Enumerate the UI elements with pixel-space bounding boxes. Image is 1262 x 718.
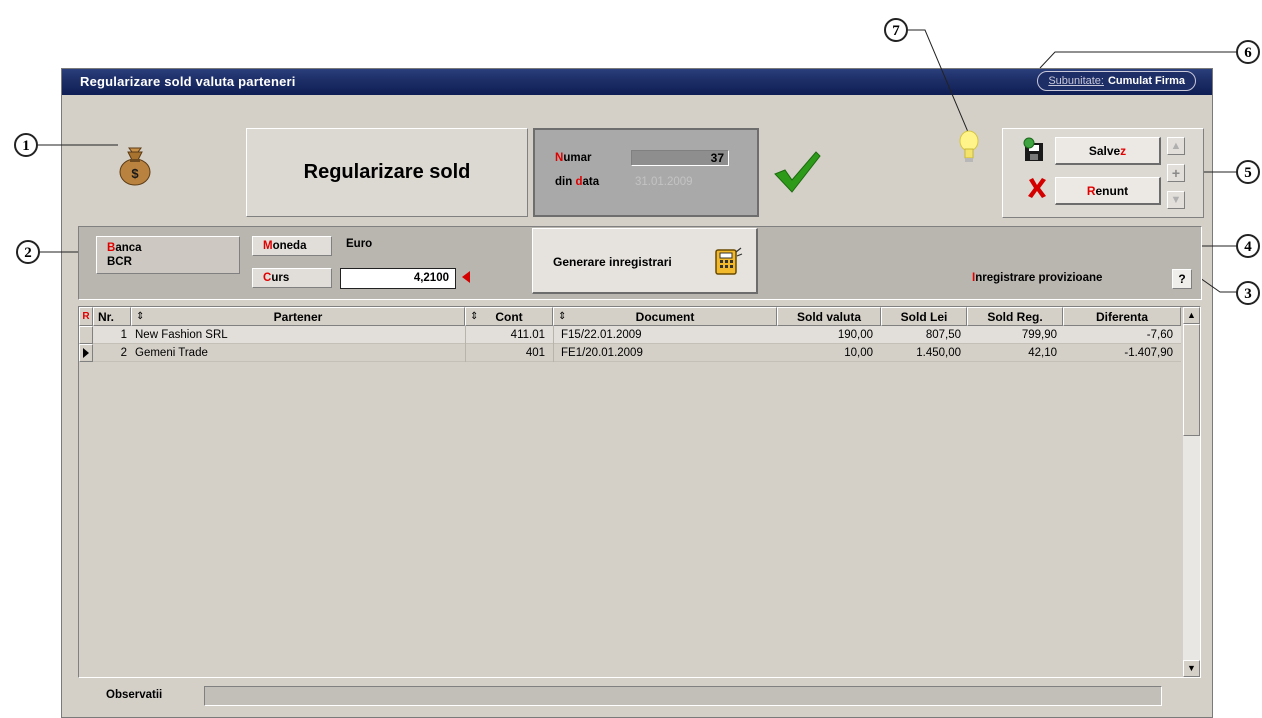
col-header-diferenta[interactable]: Diferenta: [1063, 307, 1181, 326]
cell-diferenta: -7,60: [1146, 329, 1173, 341]
lightbulb-icon[interactable]: [958, 130, 980, 166]
moneda-label-text: oneda: [272, 240, 307, 252]
cell-cont: 401: [525, 347, 545, 359]
save-button[interactable]: Salvez: [1055, 137, 1161, 165]
cell-document: F15/22.01.2009: [561, 329, 642, 341]
scroll-up-button[interactable]: ▲: [1183, 307, 1200, 324]
scroll-thumb[interactable]: [1183, 324, 1200, 436]
cell-diferenta: -1.407,90: [1124, 347, 1173, 359]
numar-label: Numar: [555, 152, 591, 164]
table-body: [79, 326, 1181, 677]
cell-nr: 2: [120, 347, 127, 359]
observatii-label: Observatii: [106, 689, 163, 701]
sort-icon: ⇕: [136, 311, 145, 322]
sort-icon: ⇕: [558, 311, 567, 322]
svg-text:$: $: [131, 166, 139, 181]
numar-field[interactable]: 37: [631, 150, 729, 166]
col-header-cont-label: Cont: [495, 310, 523, 324]
vertical-scrollbar[interactable]: ▲ ▼: [1183, 307, 1200, 677]
col-header-sold-valuta[interactable]: Sold valuta: [777, 307, 881, 326]
col-header-cont[interactable]: ⇕ Cont: [465, 307, 553, 326]
callout-5: 5: [1236, 160, 1260, 184]
money-bag-icon: $: [119, 147, 151, 186]
table-row[interactable]: 2 Gemeni Trade 401 FE1/20.01.2009 10,00 …: [93, 344, 1181, 362]
provision-label[interactable]: Inregistrare provizioane: [972, 272, 1102, 284]
doc-type-panel: Regularizare sold: [246, 128, 528, 217]
curs-label-text: urs: [271, 272, 290, 284]
checkmark-icon[interactable]: [772, 148, 822, 194]
callout-3: 3: [1236, 281, 1260, 305]
sort-icon: ⇕: [470, 311, 479, 322]
moneda-hotkey: M: [263, 240, 273, 252]
cancel-label: enunt: [1095, 184, 1129, 198]
data-label-post: ata: [582, 176, 600, 188]
row-selector-active[interactable]: [79, 344, 93, 362]
cell-document: FE1/20.01.2009: [561, 347, 643, 359]
col-header-document-label: Document: [635, 310, 695, 324]
cell-cont: 411.01: [510, 329, 545, 341]
cell-sold-lei: 1.450,00: [916, 347, 961, 359]
col-header-sold-reg[interactable]: Sold Reg.: [967, 307, 1063, 326]
save-icon: [1023, 137, 1043, 161]
calculator-icon: [715, 247, 743, 275]
banca-value: BCR: [107, 256, 132, 268]
help-button[interactable]: ?: [1172, 269, 1192, 289]
callout-6: 6: [1236, 40, 1260, 64]
callout-2: 2: [16, 240, 40, 264]
save-label: Salve: [1088, 144, 1121, 158]
col-header-document[interactable]: ⇕ Document: [553, 307, 777, 326]
next-arrow-button[interactable]: ▼: [1167, 191, 1185, 209]
cell-sold-lei: 807,50: [925, 329, 961, 341]
callout-7: 7: [884, 18, 908, 42]
col-header-sold-lei[interactable]: Sold Lei: [881, 307, 967, 326]
cell-sold-valuta: 10,00: [844, 347, 873, 359]
scroll-down-button[interactable]: ▼: [1183, 660, 1200, 677]
table-corner[interactable]: R: [79, 307, 93, 326]
current-row-icon: [83, 348, 89, 358]
save-hotkey: z: [1120, 144, 1127, 158]
data-label-pre: din: [555, 176, 576, 188]
provision-label-text: nregistrare provizioane: [975, 272, 1103, 284]
generate-entries-button[interactable]: Generare inregistrari: [532, 228, 758, 294]
callout-1: 1: [14, 133, 38, 157]
actions-panel: Salvez Renunt ▲ + ▼: [1002, 128, 1204, 218]
col-divider: [465, 326, 466, 362]
curs-arrow-icon[interactable]: [462, 271, 470, 283]
banca-field[interactable]: Banca BCR: [96, 236, 240, 274]
curs-label: Curs: [252, 268, 332, 288]
cancel-x-icon: [1028, 178, 1046, 198]
table-row[interactable]: 1 New Fashion SRL 411.01 F15/22.01.2009 …: [93, 326, 1181, 344]
data-field[interactable]: 31.01.2009: [635, 176, 693, 188]
cancel-button[interactable]: Renunt: [1055, 177, 1161, 205]
cell-partener: Gemeni Trade: [135, 347, 208, 359]
col-header-nr[interactable]: Nr.: [93, 307, 131, 326]
cell-nr: 1: [120, 329, 127, 341]
moneda-label[interactable]: Moneda: [252, 236, 332, 256]
data-label: din data: [555, 176, 599, 188]
col-header-partener-label: Partener: [273, 310, 323, 324]
prev-arrow-button[interactable]: ▲: [1167, 137, 1185, 155]
cell-sold-valuta: 190,00: [837, 329, 873, 341]
callout-4: 4: [1236, 234, 1260, 258]
cancel-hotkey: R: [1086, 184, 1096, 198]
observatii-field[interactable]: [204, 686, 1162, 706]
banca-label: Banca: [107, 242, 142, 254]
cell-sold-reg: 799,90: [1021, 329, 1057, 341]
curs-input[interactable]: 4,2100: [340, 268, 456, 289]
numar-label-text: umar: [563, 152, 592, 164]
moneda-value: Euro: [346, 238, 373, 250]
generate-label: Generare inregistrari: [553, 255, 672, 269]
number-date-panel: Numar 37 din data 31.01.2009: [533, 128, 759, 217]
col-header-partener[interactable]: ⇕ Partener: [131, 307, 465, 326]
entries-table: R Nr. ⇕ Partener ⇕ Cont ⇕ Document Sold val…: [78, 306, 1201, 678]
row-selector[interactable]: [79, 326, 93, 344]
banca-label-text: anca: [115, 242, 142, 254]
col-divider: [553, 326, 554, 362]
cell-sold-reg: 42,10: [1028, 347, 1057, 359]
add-icon[interactable]: +: [1167, 164, 1185, 182]
cell-partener: New Fashion SRL: [135, 329, 228, 341]
doc-type-title: Regularizare sold: [303, 161, 471, 183]
